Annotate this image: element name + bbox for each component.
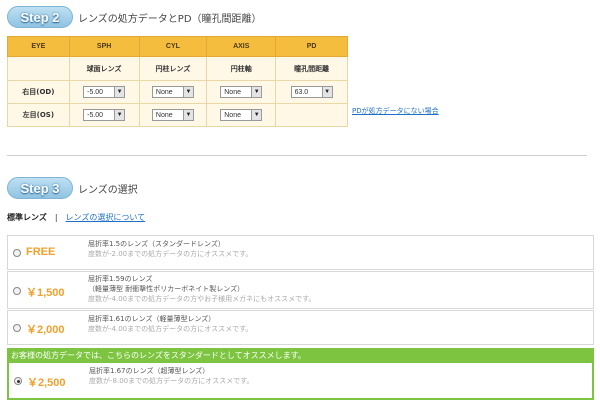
no-pd-link[interactable]: PDが処方データにない場合 [352, 106, 439, 116]
left-pd-empty-cell [275, 103, 348, 127]
right-sph-cell: -5.00 ▼ [68, 80, 140, 104]
recommendation-banner: お客様の処方データでは、こちらのレンズをスタンダードとしてオススメします。 [7, 348, 594, 363]
col-axis-header: AXIS [206, 36, 277, 57]
lens-radio-free[interactable] [13, 249, 21, 257]
step3-badge: Step 3 [7, 177, 73, 199]
chevron-down-icon: ▼ [251, 87, 262, 97]
col-eye-header: EYE [7, 36, 70, 57]
lens-price: ￥2,000 [26, 324, 65, 336]
prescription-table: EYE SPH CYL AXIS PD 球面レンズ 円柱レンズ 円柱軸 瞳孔間距… [7, 36, 348, 127]
right-cyl-value: None [155, 88, 173, 96]
left-axis-value: None [224, 111, 241, 119]
right-sph-select[interactable]: -5.00 ▼ [83, 86, 126, 98]
lens-option-2000[interactable]: ￥2,000 屈折率1.61のレンズ（軽量薄型レンズ） 度数が-4.00までの処… [7, 310, 594, 345]
subheader-axis: 円柱軸 [206, 56, 277, 81]
left-cyl-value: None [155, 111, 173, 119]
left-axis-cell: None ▼ [206, 103, 277, 127]
pd-cell: 63.0 ▼ [275, 80, 348, 104]
chevron-down-icon: ▼ [321, 87, 332, 97]
lens-option-free[interactable]: FREE 屈折率1.5のレンズ（スタンダードレンズ） 度数が-2.00までの処方… [7, 235, 594, 270]
col-sph-header: SPH [68, 36, 140, 57]
table-header-row: EYE SPH CYL AXIS PD [7, 36, 348, 57]
lens-radio-2000[interactable] [13, 324, 21, 332]
right-cyl-select[interactable]: None ▼ [151, 86, 194, 98]
tab-standard-lens[interactable]: 標準レンズ [7, 212, 47, 223]
lens-note: 度数が-2.00までの処方データの方にオススメです。 [88, 250, 253, 258]
right-axis-cell: None ▼ [206, 80, 277, 104]
lens-price: ￥1,500 [26, 287, 65, 299]
step3-header: Step 3 レンズの選択 [7, 177, 138, 199]
lens-option-1500[interactable]: ￥1,500 屈折率1.59のレンズ （軽量薄型 耐衝撃性ポリカーボネイト製レン… [7, 271, 594, 309]
chevron-down-icon: ▼ [182, 110, 193, 120]
left-cyl-cell: None ▼ [138, 103, 208, 127]
lens-description: 屈折率1.59のレンズ （軽量薄型 耐衝撃性ポリカーボネイト製レンズ） 度数が-… [88, 274, 315, 304]
col-cyl-header: CYL [138, 36, 208, 57]
lens-description: 屈折率1.5のレンズ（スタンダードレンズ） 度数が-2.00までの処方データの方… [88, 239, 252, 259]
col-pd-header: PD [275, 36, 348, 57]
lens-price: ￥2,500 [27, 377, 66, 389]
subheader-empty [7, 56, 70, 81]
lens-radio-2500[interactable] [14, 377, 22, 385]
lens-description: 屈折率1.61のレンズ（軽量薄型レンズ） 度数が-4.00までの処方データの方に… [88, 314, 252, 334]
subheader-pd: 瞳孔間距離 [275, 56, 348, 81]
lens-description: 屈折率1.67のレンズ（超薄型レンズ） 度数が-8.00までの処方データの方にオ… [89, 366, 253, 386]
tab-about-lens-link[interactable]: レンズの選択について [66, 212, 146, 223]
step3-title: レンズの選択 [78, 184, 138, 196]
lens-title: 屈折率1.61のレンズ（軽量薄型レンズ） [88, 315, 216, 323]
chevron-down-icon: ▼ [114, 110, 125, 120]
table-row-left-eye: 左目(OS) -5.00 ▼ None ▼ None ▼ [7, 103, 348, 127]
chevron-down-icon: ▼ [251, 110, 262, 120]
subheader-sph: 球面レンズ [68, 56, 140, 81]
step2-badge: Step 2 [7, 6, 73, 28]
lens-option-2500[interactable]: ￥2,500 屈折率1.67のレンズ（超薄型レンズ） 度数が-8.00までの処方… [7, 363, 594, 400]
lens-note: 度数が-8.00までの処方データの方にオススメです。 [89, 377, 254, 385]
lens-title: 屈折率1.67のレンズ（超薄型レンズ） [89, 367, 210, 375]
section-divider [7, 155, 587, 156]
chevron-down-icon: ▼ [114, 87, 125, 97]
lens-note: 度数が-4.00までの処方データの方にオススメです。 [88, 325, 253, 333]
pd-value: 63.0 [294, 88, 309, 96]
right-cyl-cell: None ▼ [138, 80, 208, 104]
left-axis-select[interactable]: None ▼ [220, 109, 263, 121]
right-axis-value: None [224, 88, 241, 96]
right-eye-label: 右目(OD) [7, 80, 70, 104]
right-sph-value: -5.00 [87, 88, 104, 96]
table-subheader-row: 球面レンズ 円柱レンズ 円柱軸 瞳孔間距離 [7, 56, 348, 81]
lens-title: 屈折率1.59のレンズ [88, 275, 153, 283]
left-sph-cell: -5.00 ▼ [68, 103, 140, 127]
left-eye-label: 左目(OS) [7, 103, 70, 127]
right-axis-select[interactable]: None ▼ [220, 86, 263, 98]
left-cyl-select[interactable]: None ▼ [151, 109, 194, 121]
left-sph-value: -5.00 [87, 111, 104, 119]
lens-radio-1500[interactable] [13, 287, 21, 295]
lens-title: 屈折率1.5のレンズ（スタンダードレンズ） [88, 240, 225, 248]
lens-tabs: 標準レンズ | レンズの選択について [7, 212, 145, 223]
chevron-down-icon: ▼ [182, 87, 193, 97]
pd-select[interactable]: 63.0 ▼ [290, 86, 333, 98]
step2-header: Step 2 レンズの処方データとPD（瞳孔間距離） [7, 6, 262, 28]
tab-separator: | [54, 213, 58, 222]
lens-title-detail: （軽量薄型 耐衝撃性ポリカーボネイト製レンズ） [88, 285, 245, 293]
table-row-right-eye: 右目(OD) -5.00 ▼ None ▼ None ▼ 63.0 ▼ [7, 80, 348, 104]
lens-price: FREE [26, 246, 56, 258]
subheader-cyl: 円柱レンズ [138, 56, 208, 81]
left-sph-select[interactable]: -5.00 ▼ [83, 109, 126, 121]
lens-note: 度数が-4.00までの処方データの方やお子様用メガネにもオススメです。 [88, 295, 316, 303]
step2-title: レンズの処方データとPD（瞳孔間距離） [78, 13, 262, 25]
